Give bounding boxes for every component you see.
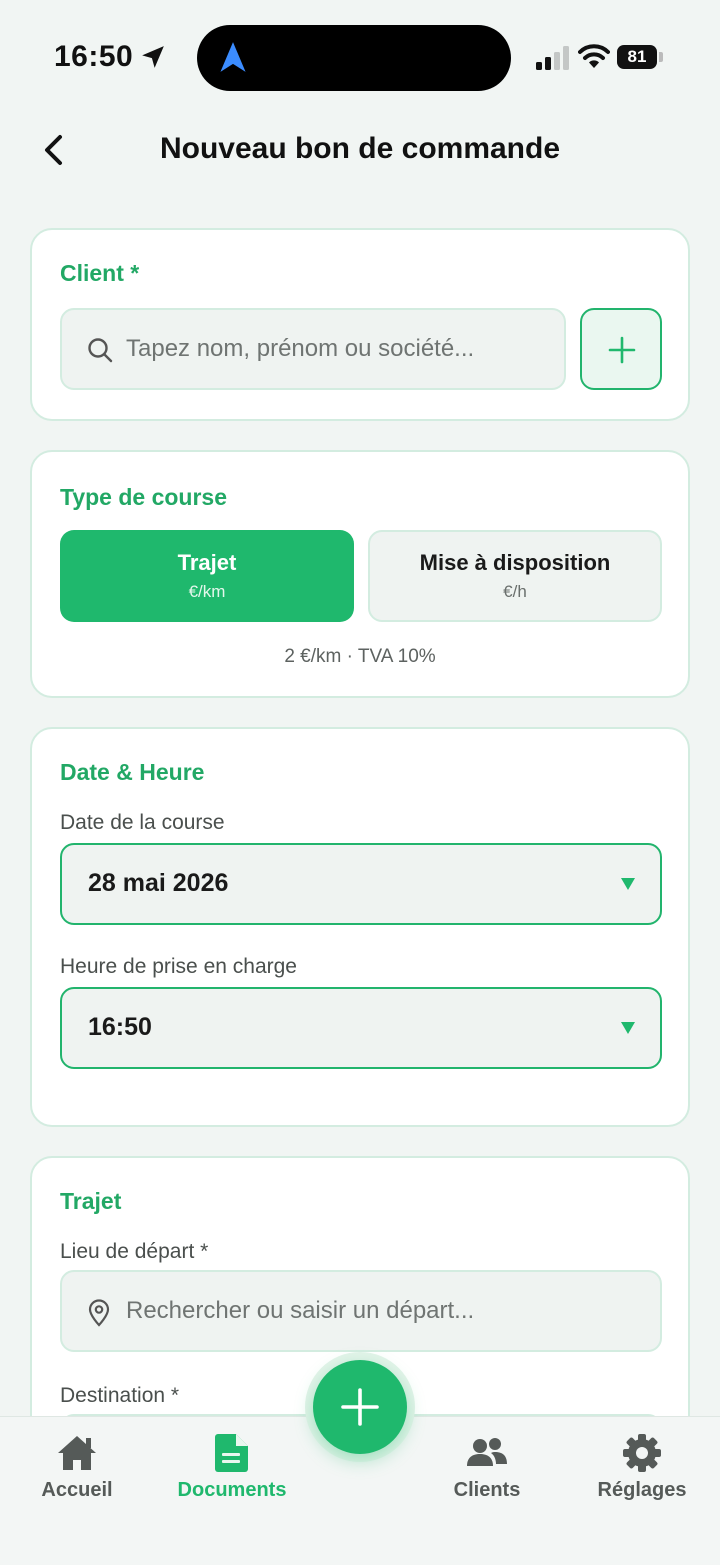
option-label: Trajet <box>177 550 237 575</box>
nav-label: Accueil <box>41 1479 113 1501</box>
client-search-input[interactable] <box>126 310 556 388</box>
client-section-title: Client * <box>60 260 140 286</box>
nav-label: Réglages <box>597 1479 687 1501</box>
datetime-card: Date & Heure Date de la course 28 mai 20… <box>30 727 690 1127</box>
departure-box <box>60 1270 662 1352</box>
departure-input[interactable] <box>126 1272 646 1350</box>
client-search-box <box>60 308 566 390</box>
time-select[interactable]: 16:50 <box>60 987 662 1069</box>
document-icon <box>215 1434 248 1472</box>
course-type-card: Type de course Trajet €/km Mise à dispos… <box>30 450 690 698</box>
status-time: 16:50 <box>54 40 134 73</box>
screen: 16:50 81 Nouveau bon de commande Client … <box>0 0 720 1565</box>
client-card: Client * <box>30 228 690 421</box>
nav-item-documents[interactable]: Documents <box>152 1417 312 1527</box>
add-client-button[interactable] <box>580 308 662 390</box>
wifi-icon <box>578 44 610 68</box>
gear-icon <box>623 1434 661 1472</box>
datetime-title: Date & Heure <box>60 759 205 785</box>
option-label: Mise à disposition <box>419 550 611 575</box>
date-value: 28 mai 2026 <box>88 869 229 897</box>
location-arrow-icon <box>142 46 164 68</box>
battery-indicator: 81 <box>617 45 657 69</box>
rate-info: 2 €/km · TVA 10% <box>284 646 436 667</box>
plus-icon <box>341 1388 379 1426</box>
date-select[interactable]: 28 mai 2026 <box>60 843 662 925</box>
course-type-option-trajet[interactable]: Trajet €/km <box>60 530 354 622</box>
destination-label: Destination * <box>60 1384 180 1407</box>
nav-item-clients[interactable]: Clients <box>407 1417 567 1527</box>
navigation-arrow-icon <box>220 42 246 72</box>
home-icon <box>58 1436 96 1470</box>
page-title: Nouveau bon de commande <box>159 132 561 165</box>
time-value: 16:50 <box>88 1013 152 1041</box>
course-type-option-mise-a-disposition[interactable]: Mise à disposition €/h <box>368 530 662 622</box>
dynamic-island <box>197 25 511 91</box>
users-icon <box>467 1438 507 1466</box>
caret-down-icon <box>621 878 635 890</box>
new-document-fab[interactable] <box>313 1360 407 1454</box>
nav-item-reglages[interactable]: Réglages <box>562 1417 720 1527</box>
map-pin-icon <box>88 1299 110 1327</box>
cellular-signal-icon <box>536 46 569 70</box>
option-unit: €/h <box>503 582 527 601</box>
date-label: Date de la course <box>60 811 225 834</box>
status-bar: 16:50 81 <box>0 0 720 110</box>
nav-label: Clients <box>453 1479 521 1501</box>
nav-label: Documents <box>177 1479 287 1501</box>
departure-label: Lieu de départ * <box>60 1240 209 1263</box>
battery-nub <box>659 52 663 62</box>
route-title: Trajet <box>60 1188 122 1214</box>
search-icon <box>88 338 113 363</box>
caret-down-icon <box>621 1022 635 1034</box>
course-type-title: Type de course <box>60 484 228 510</box>
option-unit: €/km <box>188 582 226 601</box>
nav-item-accueil[interactable]: Accueil <box>0 1417 157 1527</box>
time-label: Heure de prise en charge <box>60 955 297 978</box>
plus-icon <box>608 336 636 364</box>
